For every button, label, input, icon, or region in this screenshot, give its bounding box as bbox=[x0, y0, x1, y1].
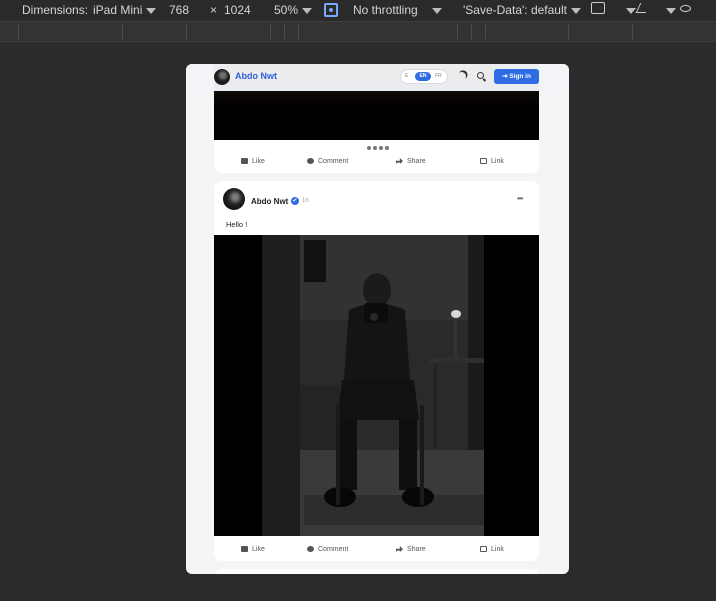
comment-button[interactable]: Comment bbox=[307, 158, 348, 165]
eye-icon[interactable] bbox=[680, 5, 691, 12]
ruler-tick bbox=[18, 24, 19, 39]
next-post-card bbox=[214, 569, 539, 574]
more-options[interactable] bbox=[622, 3, 636, 17]
carousel-dot[interactable] bbox=[373, 146, 377, 150]
share-icon bbox=[396, 158, 403, 164]
link-button[interactable]: Link bbox=[480, 546, 504, 553]
more-options-icon[interactable]: ••• bbox=[517, 194, 523, 203]
ruler-tick bbox=[270, 24, 271, 39]
device-select[interactable]: iPad Mini bbox=[93, 3, 157, 17]
moon-icon[interactable] bbox=[456, 71, 468, 83]
width-input[interactable]: 768 bbox=[169, 3, 189, 17]
ruler-tick bbox=[485, 24, 486, 39]
carousel-dots bbox=[360, 137, 391, 150]
throttling-select[interactable]: No throttling bbox=[353, 3, 442, 17]
like-button[interactable]: Like bbox=[241, 158, 265, 165]
ruler-tick bbox=[471, 24, 472, 39]
ruler-tick bbox=[457, 24, 458, 39]
brand-name[interactable]: Abdo Nwt bbox=[235, 71, 277, 81]
post-time: 1h bbox=[302, 198, 309, 204]
thumbs-up-icon bbox=[241, 158, 248, 164]
device-viewport: Like Comment Share Link Abdo Nwt E EN FR… bbox=[186, 64, 569, 574]
devtools-toolbar: Dimensions: iPad Mini 768 × 1024 50% No … bbox=[0, 0, 716, 21]
carousel-dot[interactable] bbox=[379, 146, 383, 150]
carousel-dot[interactable] bbox=[385, 146, 389, 150]
ruler-tick bbox=[298, 24, 299, 39]
chevron-down-icon bbox=[146, 7, 157, 14]
more-options-2[interactable] bbox=[662, 3, 676, 17]
brand-avatar[interactable] bbox=[214, 69, 230, 85]
post-actions-bar: Like Comment Share Link bbox=[214, 151, 539, 173]
post-photo[interactable] bbox=[214, 235, 539, 536]
chevron-down-icon bbox=[302, 7, 313, 14]
like-button[interactable]: Like bbox=[241, 546, 265, 553]
comment-icon bbox=[307, 158, 314, 164]
lang-option-active[interactable]: EN bbox=[415, 72, 431, 81]
post-card: Abdo Nwt ✔ 1h ••• Hello ! Like Comment S… bbox=[214, 181, 539, 561]
carousel-dot[interactable] bbox=[367, 146, 371, 150]
post-author[interactable]: Abdo Nwt bbox=[251, 197, 288, 206]
carousel-dot[interactable] bbox=[360, 145, 365, 150]
chevron-down-icon bbox=[431, 7, 442, 14]
ruler-tick bbox=[284, 24, 285, 39]
chevron-down-icon bbox=[666, 7, 676, 14]
pen-icon[interactable] bbox=[635, 3, 651, 13]
comment-icon bbox=[307, 546, 314, 552]
link-button[interactable]: Link bbox=[480, 158, 504, 165]
height-input[interactable]: 1024 bbox=[224, 3, 251, 17]
app-header: Abdo Nwt E EN FR ⇥ Sign in bbox=[186, 64, 569, 91]
verified-icon: ✔ bbox=[291, 197, 299, 205]
share-button[interactable]: Share bbox=[396, 158, 426, 165]
post-actions-bar: Like Comment Share Link bbox=[214, 539, 539, 561]
lang-option[interactable]: E bbox=[405, 73, 408, 79]
ruler-tick bbox=[186, 24, 187, 39]
link-icon bbox=[480, 546, 487, 552]
link-icon bbox=[480, 158, 487, 164]
search-icon[interactable] bbox=[477, 72, 484, 79]
dimensions-label: Dimensions: bbox=[22, 3, 89, 17]
lang-option[interactable]: FR bbox=[435, 73, 442, 79]
photo-illustration bbox=[214, 235, 539, 536]
ruler-tick bbox=[568, 24, 569, 39]
share-button[interactable]: Share bbox=[396, 546, 426, 553]
post-text: Hello ! bbox=[226, 220, 248, 229]
sign-in-button[interactable]: ⇥ Sign in bbox=[494, 69, 539, 84]
ruler-tick bbox=[632, 24, 633, 39]
ruler-tick bbox=[122, 24, 123, 39]
save-data-select[interactable]: 'Save-Data': default bbox=[463, 3, 581, 17]
thumbs-up-icon bbox=[241, 546, 248, 552]
zoom-select[interactable]: 50% bbox=[274, 3, 313, 17]
times-sign: × bbox=[210, 3, 218, 17]
capture-icon[interactable] bbox=[324, 2, 338, 17]
avatar[interactable] bbox=[223, 188, 245, 210]
share-icon bbox=[396, 546, 403, 552]
media-query-ruler[interactable] bbox=[0, 21, 716, 42]
comment-button[interactable]: Comment bbox=[307, 546, 348, 553]
language-switcher[interactable]: E EN FR bbox=[400, 69, 448, 84]
chevron-down-icon bbox=[570, 7, 581, 14]
rotate-icon[interactable] bbox=[591, 2, 605, 14]
